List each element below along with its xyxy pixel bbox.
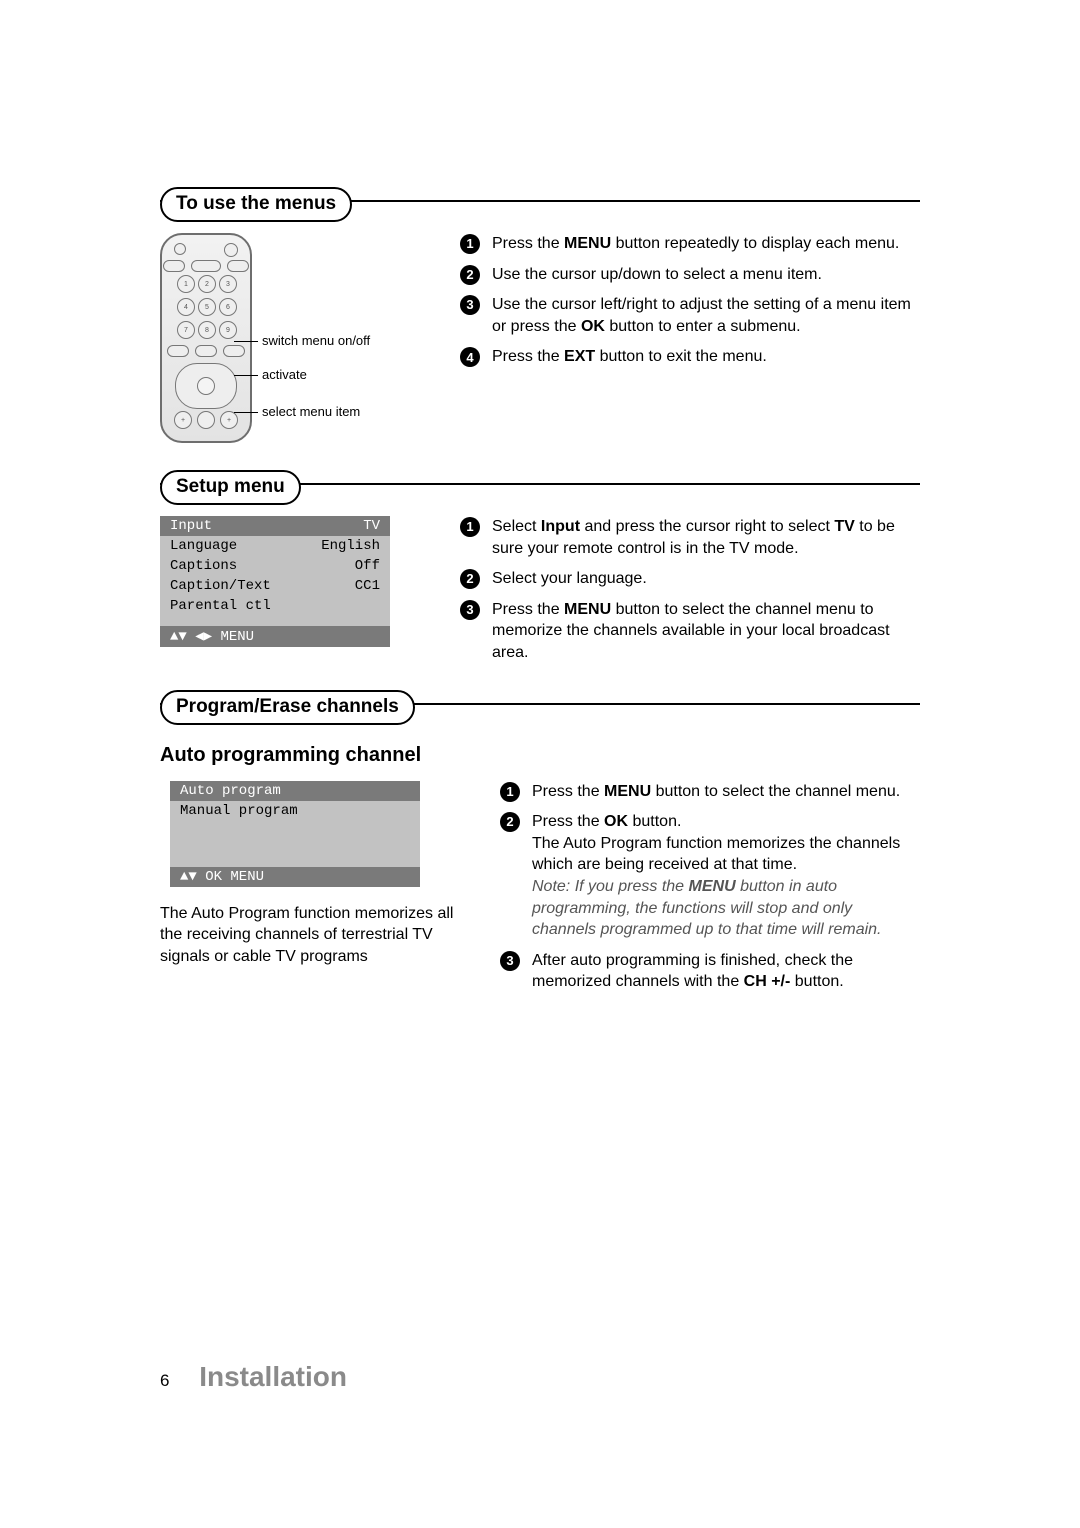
section-heading: Program/Erase channels [160,690,415,725]
use-menus-columns: 123 456 789 + + switch menu on/off activ… [160,233,920,453]
setup-osd-column: InputTV LanguageEnglish CaptionsOff Capt… [160,516,420,673]
section-heading: Setup menu [160,470,301,505]
step-item: 2 Press the OK button. The Auto Program … [500,811,920,950]
step-item: 3 Use the cursor left/right to adjust th… [460,294,920,346]
step-number-icon: 2 [500,812,520,832]
step-item: 2 Use the cursor up/down to select a men… [460,264,920,295]
osd-row: LanguageEnglish [160,536,390,556]
step-number-icon: 1 [460,234,480,254]
footer-section-name: Installation [199,1361,347,1392]
remote-numpad: 123 456 789 [177,275,235,339]
osd-footer: ▲▼ ◀▶ MENU [160,626,390,647]
step-number-icon: 2 [460,265,480,285]
step-item: 2 Select your language. [460,568,920,599]
osd-footer: ▲▼ OK MENU [170,867,420,887]
osd-row: CaptionsOff [160,556,390,576]
step-item: 1 Press the MENU button to select the ch… [500,781,920,812]
use-menus-steps: 1 Press the MENU button repeatedly to di… [460,233,920,453]
program-erase-steps: 1 Press the MENU button to select the ch… [500,781,920,1002]
osd-row: Auto program [170,781,420,801]
program-osd: Auto program Manual program ▲▼ OK MENU [170,781,420,887]
step-number-icon: 4 [460,347,480,367]
remote-dpad [175,363,237,409]
remote-callouts: switch menu on/off activate select menu … [262,333,370,420]
setup-menu-columns: InputTV LanguageEnglish CaptionsOff Capt… [160,516,920,673]
step-item: 4 Press the EXT button to exit the menu. [460,346,920,377]
step-number-icon: 1 [460,517,480,537]
step-number-icon: 3 [500,951,520,971]
step-number-icon: 2 [460,569,480,589]
program-erase-columns: Auto program Manual program ▲▼ OK MENU T… [160,781,920,1002]
osd-row: Parental ctl [160,596,390,616]
step-item: 3 Press the MENU button to select the ch… [460,599,920,673]
step-number-icon: 3 [460,295,480,315]
step-number-icon: 3 [460,600,480,620]
callout-activate: activate [262,367,307,382]
sub-heading: Auto programming channel [160,744,920,767]
step-item: 1 Select Input and press the cursor righ… [460,516,920,568]
left-body-text: The Auto Program function memorizes all … [160,903,460,968]
remote-column: 123 456 789 + + switch menu on/off activ… [160,233,420,453]
step-item: 3 After auto programming is finished, ch… [500,950,920,1002]
step-item: 1 Press the MENU button repeatedly to di… [460,233,920,264]
callout-menu: switch menu on/off [262,333,370,348]
osd-row: Manual program [170,801,420,821]
step-number-icon: 1 [500,782,520,802]
page-number: 6 [160,1371,169,1390]
program-osd-column: Auto program Manual program ▲▼ OK MENU T… [160,781,460,1002]
page-footer: 6 Installation [160,1361,347,1393]
manual-page: To use the menus 123 456 789 [0,0,1080,1528]
osd-row: InputTV [160,516,390,536]
osd-row: Caption/TextCC1 [160,576,390,596]
note-text: Note: If you press the MENU button in au… [532,878,882,938]
callout-select: select menu item [262,404,360,419]
setup-osd: InputTV LanguageEnglish CaptionsOff Capt… [160,516,390,647]
section-heading: To use the menus [160,187,352,222]
setup-menu-steps: 1 Select Input and press the cursor righ… [460,516,920,673]
section-heading-wrap: To use the menus [160,187,920,222]
